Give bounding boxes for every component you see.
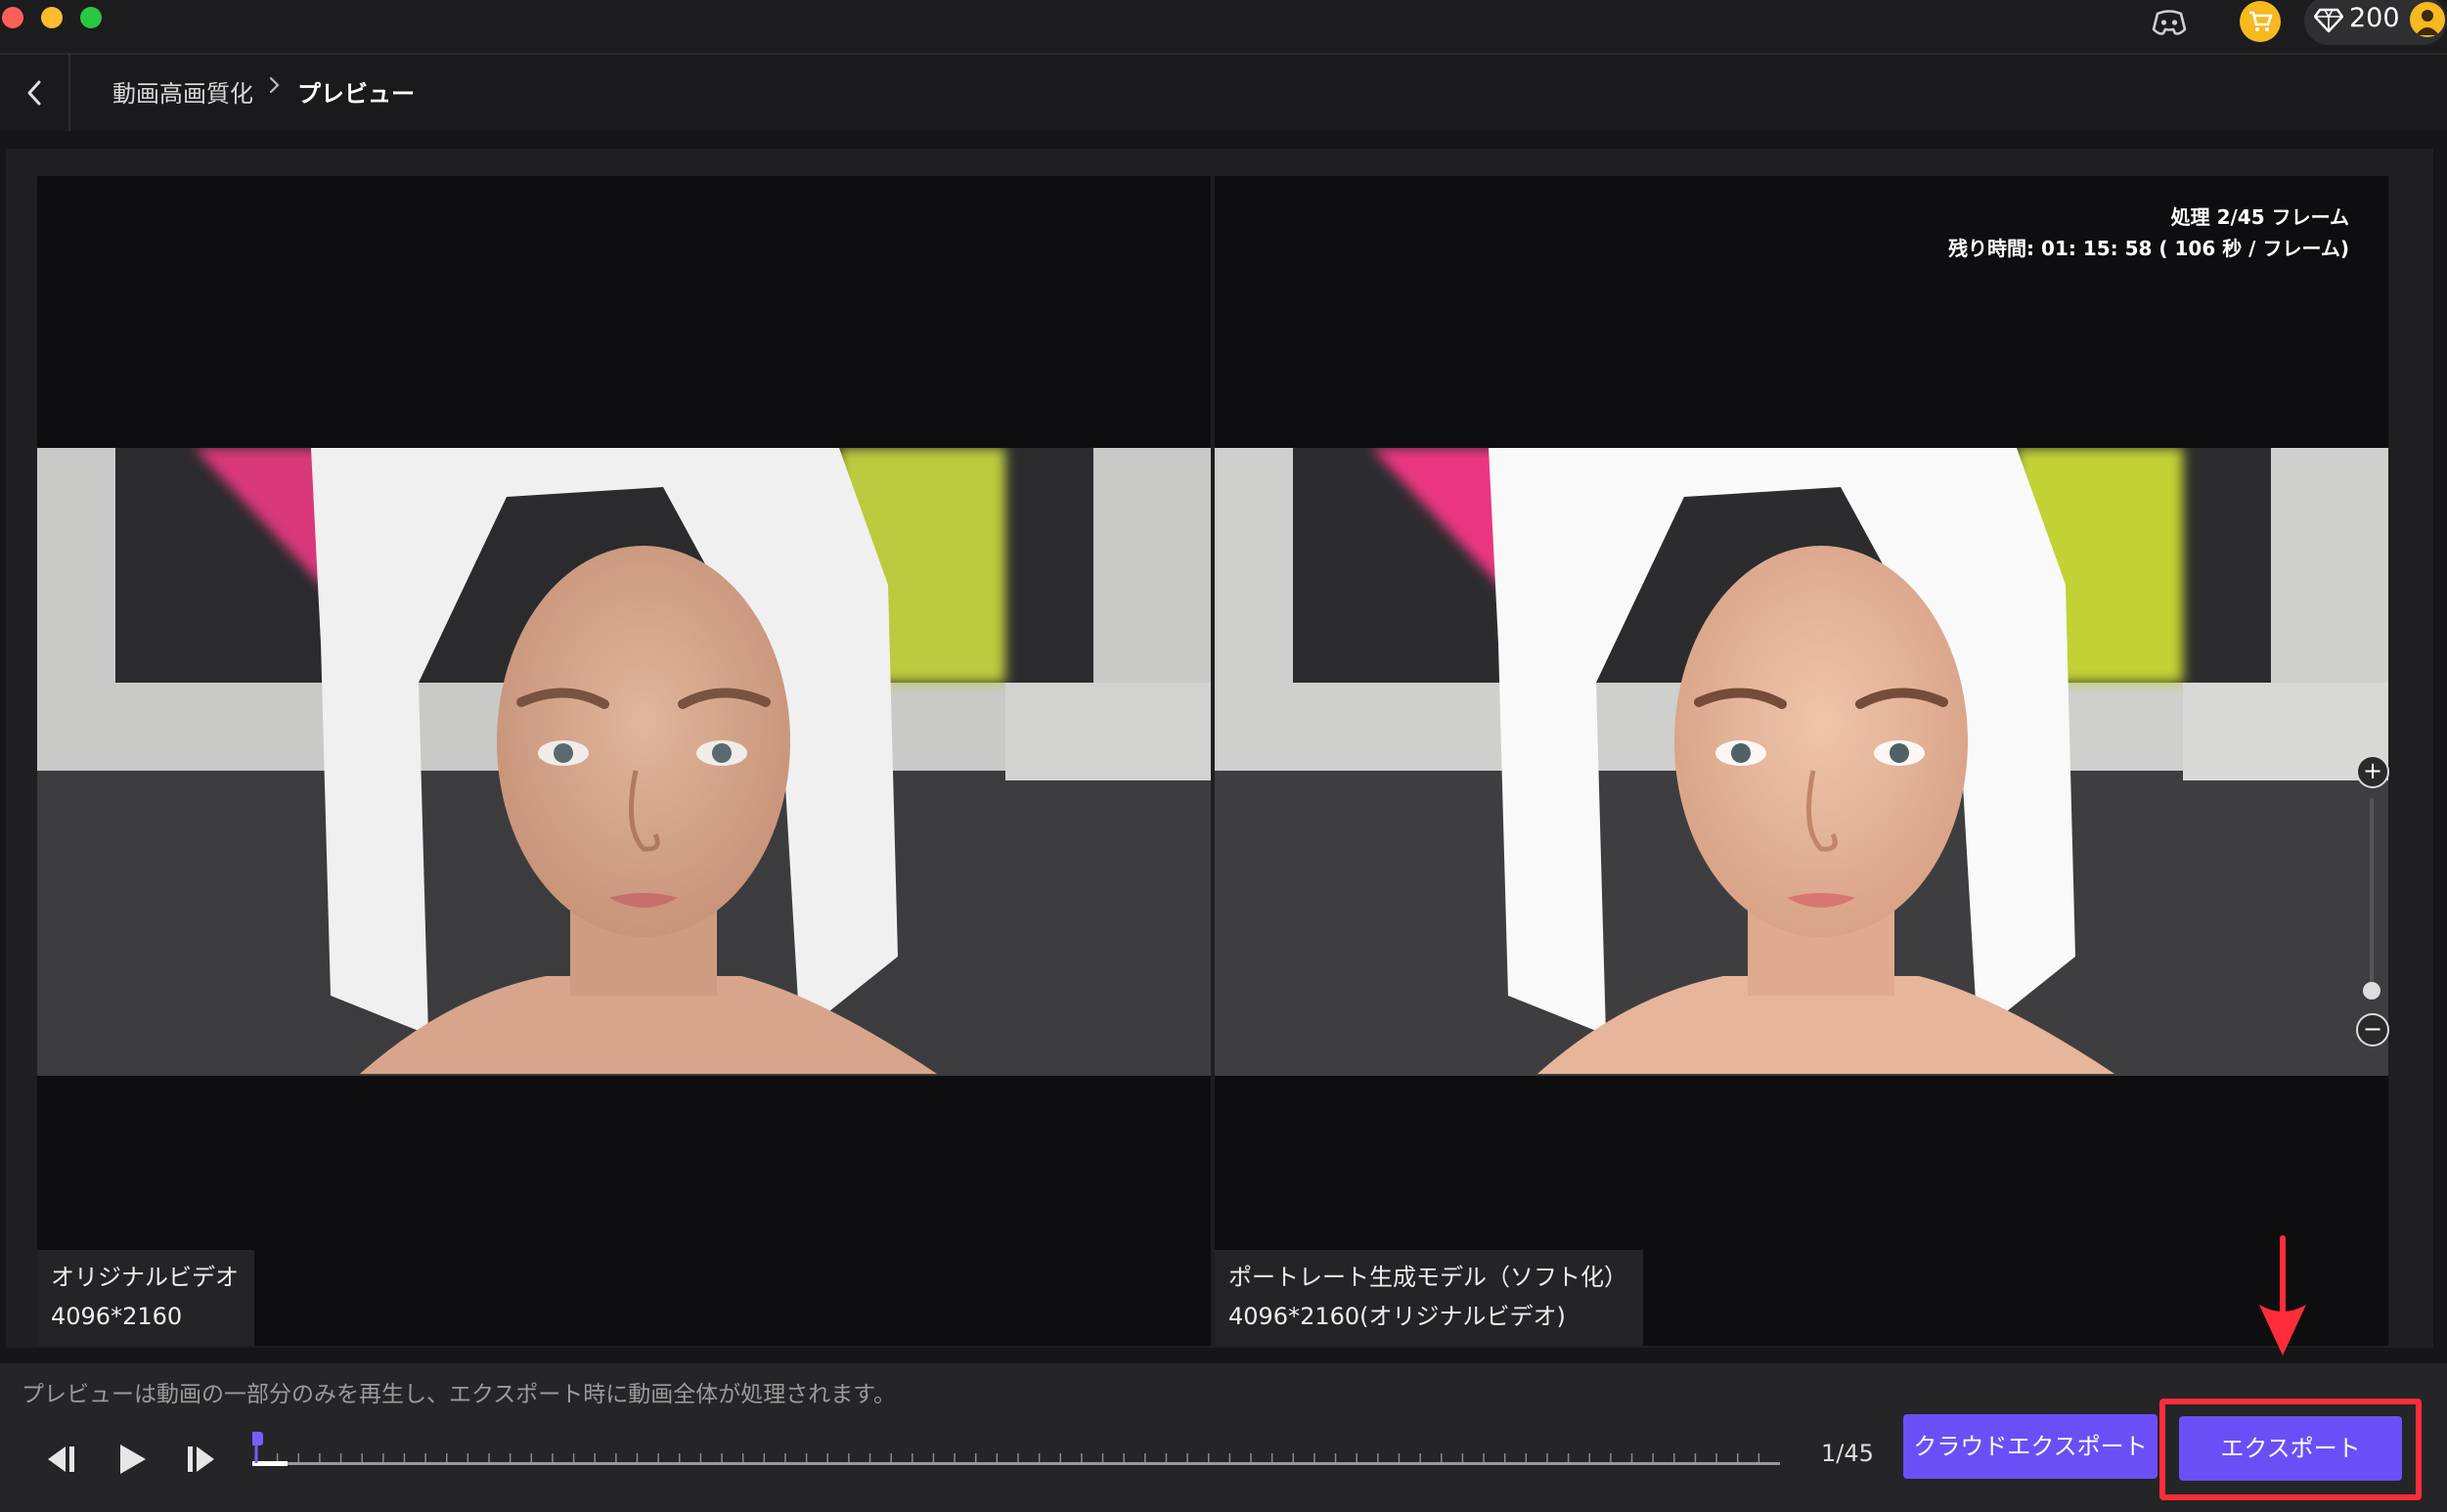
original-video-pane: オリジナルビデオ 4096*2160 <box>37 176 1211 1346</box>
enhanced-video-pane: 処理 2/45 フレーム 残り時間: 01: 15: 58 ( 106 秒 / … <box>1215 176 2388 1346</box>
discord-icon[interactable] <box>2150 8 2189 37</box>
enhanced-video-resolution: 4096*2160(オリジナルビデオ) <box>1228 1303 1566 1330</box>
processing-status: 処理 2/45 フレーム 残り時間: 01: 15: 58 ( 106 秒 / … <box>1948 201 2349 264</box>
back-button[interactable] <box>0 55 70 131</box>
original-video-label: オリジナルビデオ 4096*2160 <box>37 1250 254 1346</box>
play-button[interactable] <box>108 1438 156 1481</box>
original-video-resolution: 4096*2160 <box>51 1303 183 1330</box>
enhanced-video-label: ポートレート生成モデル（ソフト化） 4096*2160(オリジナルビデオ) <box>1215 1250 1643 1346</box>
original-video-title: オリジナルビデオ <box>51 1264 239 1291</box>
zoom-window-button[interactable] <box>80 7 102 28</box>
gem-icon <box>2314 8 2343 33</box>
credits-count: 200 <box>2349 3 2400 33</box>
remaining-time: 残り時間: 01: 15: 58 ( 106 秒 / フレーム) <box>1948 237 2349 260</box>
cloud-export-button[interactable]: クラウドエクスポート <box>1903 1414 2158 1479</box>
playback-control-bar: プレビューは動画の一部分のみを再生し、エクスポート時に動画全体が処理されます。 … <box>0 1363 2447 1512</box>
chevron-right-icon <box>269 76 280 94</box>
export-button-highlight: エクスポート <box>2159 1399 2422 1500</box>
next-frame-button[interactable] <box>176 1438 225 1481</box>
timeline-ticks <box>255 1453 1760 1462</box>
breadcrumb-parent[interactable]: 動画高画質化 <box>112 74 253 109</box>
zoom-slider-handle[interactable] <box>2363 982 2380 1000</box>
cart-icon <box>2249 11 2273 31</box>
export-button[interactable]: エクスポート <box>2179 1416 2402 1481</box>
enhanced-video-frame <box>1215 448 2388 1076</box>
timeline-playhead[interactable] <box>252 1432 263 1463</box>
chevron-left-icon <box>27 80 41 106</box>
frame-timeline[interactable] <box>252 1432 1780 1490</box>
preview-hint: プレビューは動画の一部分のみを再生し、エクスポート時に動画全体が処理されます。 <box>22 1382 897 1407</box>
zoom-control: + − <box>2353 755 2392 1058</box>
previous-frame-button[interactable] <box>37 1438 86 1481</box>
timeline-track <box>252 1462 1780 1465</box>
breadcrumb-current: プレビュー <box>297 80 415 108</box>
play-icon <box>120 1445 146 1474</box>
close-window-button[interactable] <box>2 7 23 28</box>
original-video-frame <box>37 448 1211 1076</box>
cart-button[interactable] <box>2240 1 2281 42</box>
zoom-out-button[interactable]: − <box>2356 1013 2389 1046</box>
frame-counter: 1/45 <box>1821 1440 1874 1467</box>
preview-area: オリジナルビデオ 4096*2160 処理 2/45 フレーム 残り時間: 01… <box>6 149 2433 1348</box>
credits-pill[interactable]: 200 <box>2304 0 2447 45</box>
processing-progress: 処理 2/45 フレーム <box>2170 205 2349 229</box>
user-avatar-icon[interactable] <box>2410 2 2445 37</box>
title-bar: 200 <box>0 0 2447 55</box>
annotation-arrow-icon <box>2259 1235 2306 1356</box>
previous-frame-icon <box>48 1446 74 1472</box>
zoom-slider-track[interactable] <box>2370 798 2374 994</box>
minimize-window-button[interactable] <box>41 7 63 28</box>
zoom-in-button[interactable]: + <box>2356 755 2389 788</box>
next-frame-icon <box>188 1446 214 1472</box>
enhanced-model-title: ポートレート生成モデル（ソフト化） <box>1228 1264 1627 1291</box>
navigation-bar: 動画高画質化 プレビュー <box>0 55 2447 131</box>
